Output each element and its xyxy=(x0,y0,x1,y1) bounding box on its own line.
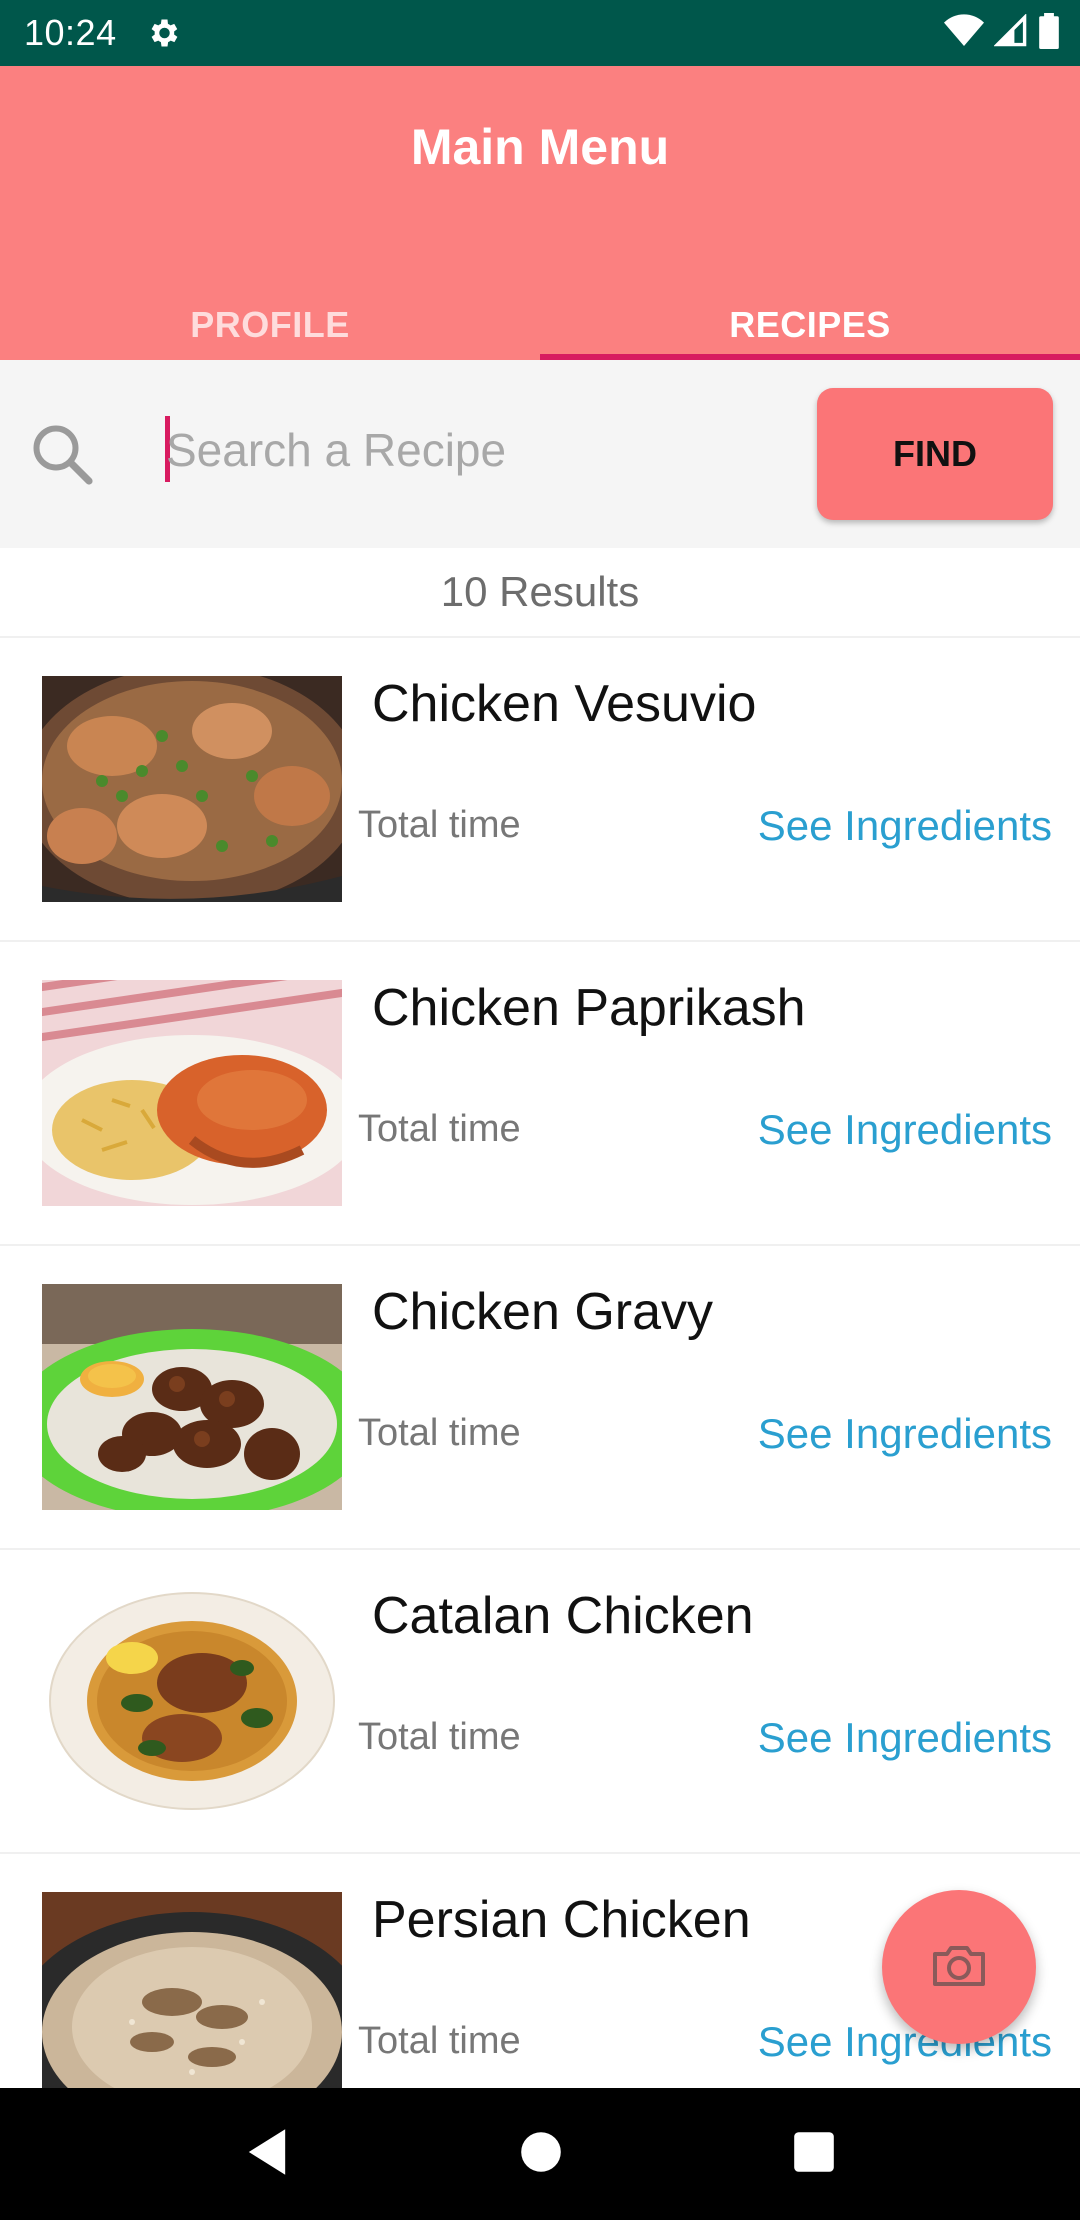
back-icon[interactable] xyxy=(244,2127,290,2182)
recipe-total-time: Total time xyxy=(358,804,521,846)
recipe-card[interactable]: Chicken Gravy Total time See Ingredients xyxy=(0,1244,1080,1548)
home-icon[interactable] xyxy=(519,2130,563,2179)
page-title: Main Menu xyxy=(410,119,670,175)
recipe-card[interactable]: Chicken Vesuvio Total time See Ingredien… xyxy=(0,636,1080,940)
status-time: 10:24 xyxy=(24,12,117,53)
find-button[interactable]: FIND xyxy=(817,388,1053,520)
recipe-title: Chicken Vesuvio xyxy=(372,675,757,733)
battery-icon xyxy=(1038,12,1060,54)
search-icon xyxy=(26,418,98,495)
tab-recipes[interactable]: RECIPES xyxy=(540,266,1080,360)
status-bar: 10:24 xyxy=(0,0,1080,66)
search-bar: FIND xyxy=(0,360,1080,548)
recipe-card[interactable]: Chicken Paprikash Total time See Ingredi… xyxy=(0,940,1080,1244)
system-nav-bar xyxy=(0,2088,1080,2220)
signal-icon xyxy=(993,12,1028,53)
wifi-icon xyxy=(944,13,984,53)
app-header: Main Menu PROFILE RECIPES xyxy=(0,66,1080,360)
recipe-title: Chicken Paprikash xyxy=(372,979,806,1037)
gear-icon xyxy=(145,15,181,51)
recipe-title: Catalan Chicken xyxy=(372,1587,754,1645)
tab-profile[interactable]: PROFILE xyxy=(0,266,540,360)
recipe-total-time: Total time xyxy=(358,1412,521,1454)
recipe-title: Persian Chicken xyxy=(372,1891,751,1949)
search-input[interactable] xyxy=(166,410,786,490)
recipe-total-time: Total time xyxy=(358,1716,521,1758)
recipe-total-time: Total time xyxy=(358,2020,521,2062)
see-ingredients-link[interactable]: See Ingredients xyxy=(758,1410,1052,1458)
results-count: 10 Results xyxy=(440,568,640,615)
recipe-image[interactable] xyxy=(42,980,342,1206)
camera-button[interactable] xyxy=(882,1890,1036,2044)
recipe-title: Chicken Gravy xyxy=(372,1283,713,1341)
tab-bar: PROFILE RECIPES xyxy=(0,266,1080,360)
recipe-card[interactable]: Catalan Chicken Total time See Ingredien… xyxy=(0,1548,1080,1852)
see-ingredients-link[interactable]: See Ingredients xyxy=(758,1714,1052,1762)
recipe-image[interactable] xyxy=(42,1588,342,1814)
camera-icon xyxy=(931,1942,987,1993)
see-ingredients-link[interactable]: See Ingredients xyxy=(758,1106,1052,1154)
recipe-image[interactable] xyxy=(42,1284,342,1510)
recipe-image[interactable] xyxy=(42,1892,342,2118)
recipe-total-time: Total time xyxy=(358,1108,521,1150)
recents-icon[interactable] xyxy=(792,2130,836,2179)
recipe-image[interactable] xyxy=(42,676,342,902)
see-ingredients-link[interactable]: See Ingredients xyxy=(758,802,1052,850)
